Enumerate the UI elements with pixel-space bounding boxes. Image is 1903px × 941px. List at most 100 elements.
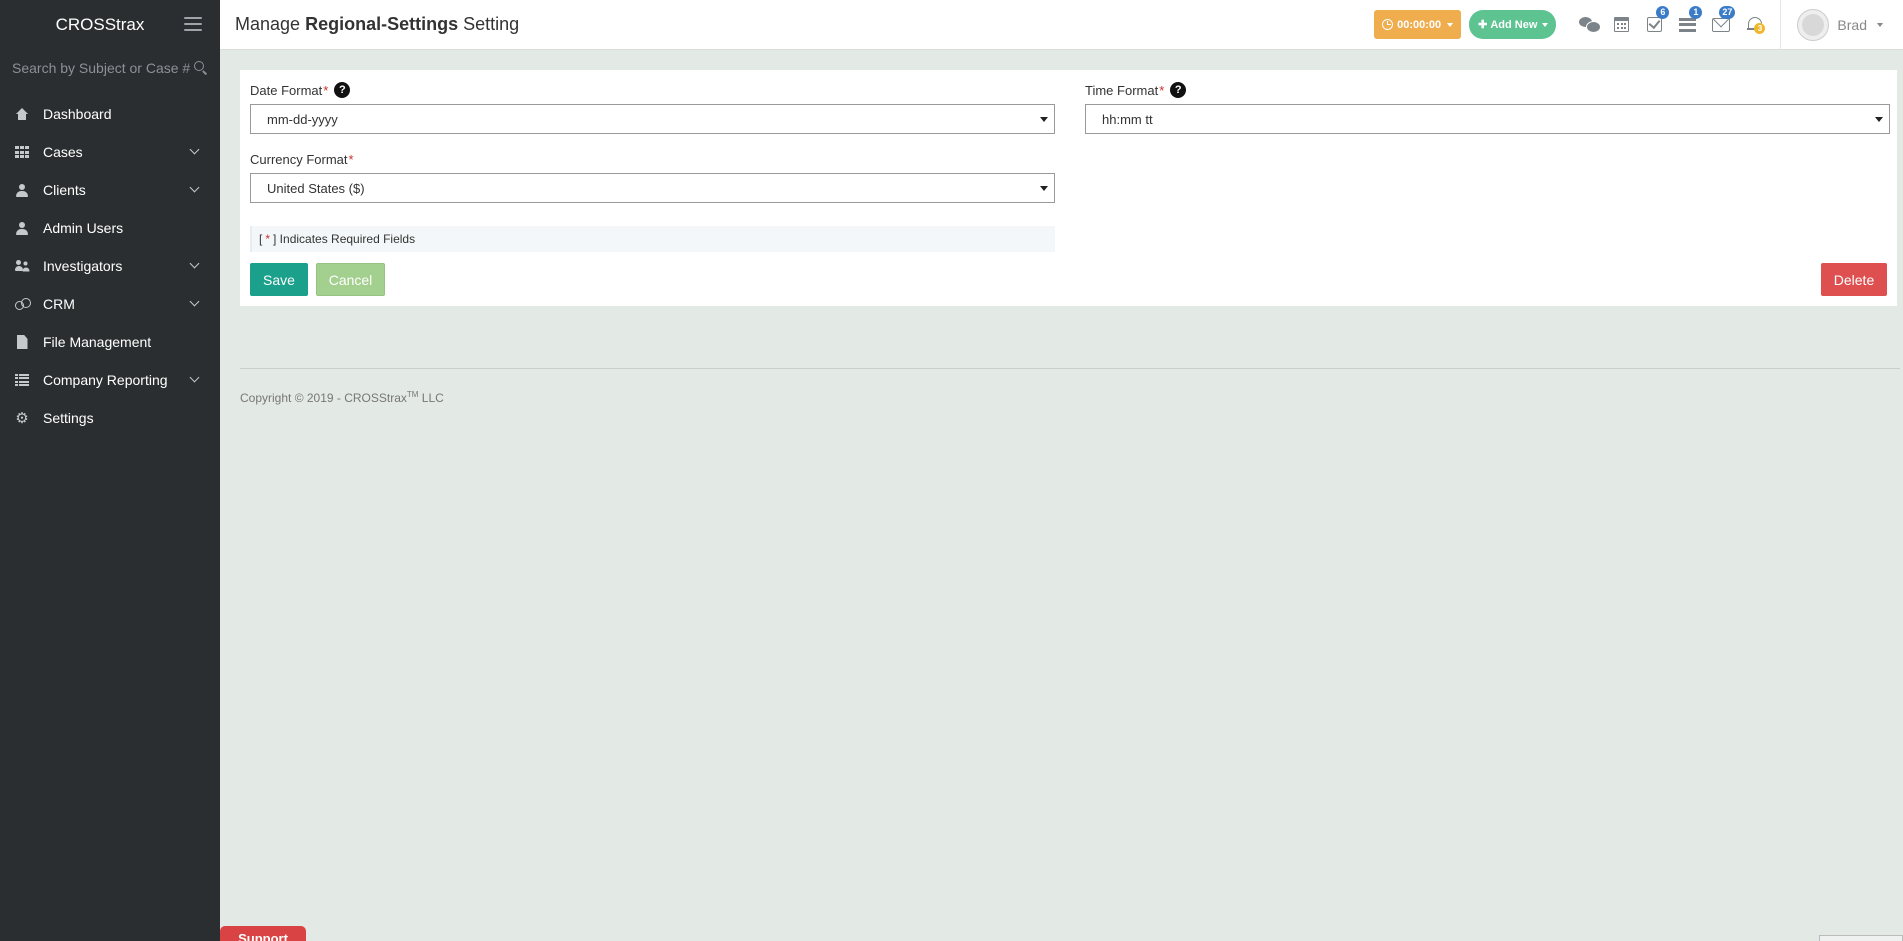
note-open-bracket: [	[259, 232, 263, 246]
footer-divider	[240, 368, 1900, 369]
add-new-button[interactable]: ✚ Add New	[1469, 10, 1557, 39]
date-format-select[interactable]: mm-dd-yyyy	[250, 104, 1055, 134]
user-menu[interactable]: Brad	[1780, 0, 1903, 50]
page-title-prefix: Manage	[235, 14, 301, 34]
page-title: Manage Regional-Settings Setting	[220, 14, 1374, 35]
tasks-list-icon	[1679, 17, 1697, 32]
regional-settings-form: Date Format * ? mm-dd-yyyy Time Format * ?…	[240, 70, 1897, 306]
chevron-down-icon	[189, 372, 200, 383]
crm-icon	[15, 297, 31, 311]
dropdown-arrow-icon	[1040, 117, 1048, 122]
label-text: Time Format	[1085, 82, 1159, 98]
user-icon	[15, 183, 29, 197]
chevron-down-icon	[189, 144, 200, 155]
page-title-bold: Regional-Settings	[305, 14, 459, 34]
users-icon	[15, 259, 29, 273]
brand-logo[interactable]: CROSStrax	[56, 15, 145, 35]
dropdown-arrow-icon	[1875, 117, 1883, 122]
home-icon	[15, 107, 29, 121]
top-header: Manage Regional-Settings Setting 00:00:0…	[220, 0, 1903, 50]
chat-button[interactable]	[1572, 0, 1605, 50]
currency-format-value: United States ($)	[267, 180, 365, 196]
time-format-label: Time Format * ?	[1085, 80, 1890, 100]
calendar-button[interactable]	[1605, 0, 1638, 50]
clock-icon	[1382, 19, 1394, 30]
support-button[interactable]: Support	[220, 926, 306, 941]
corner-widget[interactable]	[1819, 935, 1903, 941]
menu-toggle-icon[interactable]	[184, 17, 202, 31]
save-button[interactable]: Save	[250, 263, 308, 296]
required-fields-note: [*] Indicates Required Fields	[250, 226, 1055, 252]
sidebar-item-investigators[interactable]: Investigators	[0, 247, 220, 285]
sidebar-item-dashboard[interactable]: Dashboard	[0, 95, 220, 133]
sidebar-item-file-management[interactable]: File Management	[0, 323, 220, 361]
sidebar-search	[0, 50, 220, 85]
calendar-icon	[1614, 17, 1630, 32]
mail-button[interactable]: 27	[1704, 0, 1737, 50]
sidebar-nav: Dashboard Cases Clients Admin Users Inve…	[0, 95, 220, 437]
time-format-value: hh:mm tt	[1102, 111, 1153, 127]
required-mark: *	[323, 82, 329, 98]
caret-down-icon	[1877, 22, 1883, 27]
search-icon[interactable]	[194, 60, 208, 75]
sidebar-item-clients[interactable]: Clients	[0, 171, 220, 209]
avatar	[1797, 8, 1830, 41]
sidebar-item-label: CRM	[43, 296, 75, 312]
chevron-down-icon	[189, 258, 200, 269]
sidebar-item-cases[interactable]: Cases	[0, 133, 220, 171]
chevron-down-icon	[189, 296, 200, 307]
note-text: ] Indicates Required Fields	[273, 232, 416, 246]
plus-icon: ✚	[1478, 19, 1488, 31]
sidebar-item-label: Cases	[43, 144, 83, 160]
caret-down-icon	[1447, 22, 1454, 27]
currency-format-label: Currency Format *	[250, 149, 1055, 169]
sidebar-item-settings[interactable]: ⚙ Settings	[0, 399, 220, 437]
notifications-badge: 3	[1754, 22, 1766, 34]
chevron-down-icon	[189, 182, 200, 193]
currency-format-select[interactable]: United States ($)	[250, 173, 1055, 203]
sidebar-item-label: Settings	[43, 410, 94, 426]
sidebar-item-label: File Management	[43, 334, 152, 350]
sidebar-item-label: Admin Users	[43, 220, 124, 236]
sidebar-item-company-reporting[interactable]: Company Reporting	[0, 361, 220, 399]
cancel-button[interactable]: Cancel	[316, 263, 385, 296]
help-icon[interactable]: ?	[334, 82, 351, 98]
sidebar-item-admin-users[interactable]: Admin Users	[0, 209, 220, 247]
sidebar-header: CROSStrax	[0, 0, 220, 50]
sidebar-item-label: Company Reporting	[43, 372, 168, 388]
caret-down-icon	[1542, 22, 1549, 27]
time-format-select[interactable]: hh:mm tt	[1085, 104, 1890, 134]
sidebar-item-crm[interactable]: CRM	[0, 285, 220, 323]
required-mark: *	[1159, 82, 1165, 98]
delete-button[interactable]: Delete	[1821, 263, 1887, 296]
mail-badge: 27	[1719, 5, 1736, 19]
trademark: TM	[406, 390, 419, 399]
header-actions: 00:00:00 ✚ Add New 6 1 27 3 Brad	[1374, 0, 1903, 50]
file-icon	[15, 335, 29, 349]
dropdown-arrow-icon	[1040, 186, 1048, 191]
copyright: Copyright © 2019 - CROSStraxTM LLC	[240, 390, 444, 405]
copyright-text: Copyright © 2019 - CROSStrax	[240, 391, 407, 405]
date-format-value: mm-dd-yyyy	[267, 111, 338, 127]
sidebar-item-label: Clients	[43, 182, 86, 198]
timer-button[interactable]: 00:00:00	[1374, 10, 1462, 39]
page-title-suffix: Setting	[463, 14, 520, 34]
date-format-label: Date Format * ?	[250, 80, 1055, 100]
todo-badge: 1	[1689, 5, 1703, 19]
currency-format-field: Currency Format * United States ($)	[250, 149, 1055, 203]
timer-label: 00:00:00	[1397, 18, 1442, 31]
list-icon	[15, 373, 29, 387]
todo-button[interactable]: 1	[1671, 0, 1704, 50]
required-mark: *	[348, 151, 354, 167]
notifications-button[interactable]: 3	[1737, 0, 1770, 50]
label-text: Date Format	[250, 82, 323, 98]
gear-icon: ⚙	[15, 409, 29, 427]
sidebar-item-label: Investigators	[43, 258, 123, 274]
tasks-button[interactable]: 6	[1638, 0, 1671, 50]
tasks-badge: 6	[1656, 5, 1670, 19]
search-input[interactable]	[12, 59, 194, 76]
help-icon[interactable]: ?	[1170, 82, 1187, 98]
note-star: *	[265, 232, 271, 246]
date-format-field: Date Format * ? mm-dd-yyyy	[250, 80, 1055, 134]
checkbox-icon	[1647, 17, 1663, 32]
